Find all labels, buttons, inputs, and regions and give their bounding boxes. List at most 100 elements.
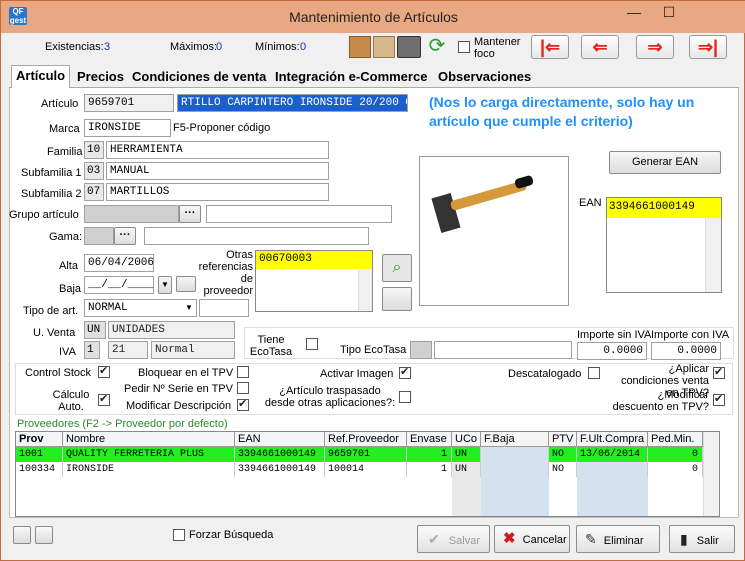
proveedores-caption: Proveedores (F2 -> Proveedor por defecto… [17, 418, 228, 430]
lookup-world-icon[interactable]: ⌕ [382, 254, 412, 282]
grupo-lookup-button[interactable]: ··· [179, 205, 201, 223]
grid-scrollbar[interactable] [703, 432, 719, 516]
maximos-label: Máximos: [170, 41, 218, 53]
stock-boxes-icon[interactable] [349, 36, 371, 58]
last-record-button[interactable]: ⇒| [689, 35, 727, 59]
alta-date-field[interactable]: 06/04/2006 [84, 254, 154, 272]
annotation-note: (Nos lo carga directamente, solo hay un … [429, 94, 695, 129]
tab-integracion-ecommerce[interactable]: Integración e-Commerce [271, 67, 431, 87]
maximize-button[interactable]: ☐ [656, 1, 682, 23]
familia-code[interactable]: 10 [84, 141, 104, 159]
otras-referencias-scrollbar[interactable] [358, 269, 372, 311]
refresh-icon[interactable]: ⟳ [425, 36, 449, 58]
cell-uco: UN [452, 462, 481, 477]
tab-articulo[interactable]: Artículo [11, 65, 71, 88]
bloquear-tpv-checkbox[interactable] [237, 366, 249, 378]
iva-code[interactable]: 1 [84, 341, 100, 359]
ean-list[interactable]: 3394661000149 [606, 197, 722, 293]
pedir-serie-checkbox[interactable] [237, 382, 249, 394]
eliminar-button[interactable]: ✎ Eliminar [576, 525, 660, 553]
copy-icon[interactable] [13, 526, 31, 544]
mantener-foco-checkbox[interactable] [458, 41, 470, 53]
subfamilia1-code[interactable]: 03 [84, 162, 104, 180]
baja-clear-button[interactable] [176, 276, 196, 292]
proveedores-grid[interactable]: Prov Nombre EAN Ref.Proveedor Envase UCo… [15, 431, 720, 517]
importe-con-iva-field[interactable]: 0.0000 [651, 342, 721, 360]
salir-button[interactable]: ▮ Salir [669, 525, 735, 553]
col-fultcompra[interactable]: F.Ult.Compra [577, 432, 648, 447]
subfamilia2-code[interactable]: 07 [84, 183, 104, 201]
otras-referencias-item[interactable]: 00670003 [256, 251, 372, 269]
product-image [419, 156, 569, 306]
otras-blank-button[interactable] [382, 287, 412, 311]
modificar-descuento-checkbox[interactable] [713, 392, 725, 406]
calculo-auto-checkbox[interactable] [98, 392, 110, 406]
cancelar-button[interactable]: ✖ Cancelar [494, 525, 570, 553]
first-record-button[interactable]: |⇐ [531, 35, 569, 59]
tipo-ecotasa-code[interactable] [410, 341, 432, 359]
col-nombre[interactable]: Nombre [63, 432, 235, 447]
uventa-code[interactable]: UN [84, 321, 106, 339]
cell-envase: 1 [407, 462, 452, 477]
descatalogado-checkbox[interactable] [588, 367, 600, 379]
subfamilia2-desc[interactable]: MARTILLOS [106, 183, 329, 201]
col-pedmin[interactable]: Ped.Min. [648, 432, 703, 447]
grupo-code-field[interactable] [84, 205, 179, 223]
tab-observaciones[interactable]: Observaciones [434, 67, 535, 87]
printer-icon[interactable] [397, 36, 421, 58]
activar-imagen-checkbox[interactable] [399, 365, 411, 379]
prev-record-button[interactable]: ⇐ [581, 35, 619, 59]
generar-ean-button[interactable]: Generar EAN [609, 151, 721, 174]
col-ref-proveedor[interactable]: Ref.Proveedor [325, 432, 407, 447]
col-fbaja[interactable]: F.Baja [481, 432, 549, 447]
tab-condiciones-venta[interactable]: Condiciones de venta [128, 67, 270, 87]
ean-label: EAN [579, 197, 602, 209]
marca-field[interactable]: IRONSIDE [84, 119, 171, 137]
cell-fultcompra: 13/06/2014 [577, 447, 648, 462]
table-row[interactable]: 100334 IRONSIDE 3394661000149 100014 1 U… [16, 462, 703, 477]
articulo-description-field[interactable]: RTILLO CARPINTERO IRONSIDE 20/200 GRS [177, 94, 408, 112]
modificar-descuento-label: ¿Modificar descuento en TPV? [612, 389, 709, 413]
control-stock-checkbox[interactable] [98, 364, 110, 378]
col-prov[interactable]: Prov [16, 432, 63, 447]
traspasado-checkbox[interactable] [399, 391, 411, 403]
tab-precios[interactable]: Precios [73, 67, 128, 87]
forzar-busqueda-checkbox[interactable] [173, 529, 185, 541]
table-row[interactable]: 1001 QUALITY FERRETERIA PLUS 33946610001… [16, 447, 703, 462]
tipo-ecotasa-label: Tipo EcoTasa [340, 344, 407, 356]
familia-desc[interactable]: HERRAMIENTA [106, 141, 329, 159]
ean-item[interactable]: 3394661000149 [607, 198, 721, 218]
tipo-extra-field[interactable] [199, 299, 249, 317]
uventa-label: U. Venta [33, 327, 76, 339]
minimize-button[interactable]: — [621, 1, 647, 23]
subfamilia1-desc[interactable]: MANUAL [106, 162, 329, 180]
paste-icon[interactable] [35, 526, 53, 544]
cell-pedmin: 0 [648, 447, 703, 462]
tipo-select[interactable]: NORMAL [84, 299, 197, 317]
tiene-ecotasa-checkbox[interactable] [306, 338, 318, 350]
next-record-button[interactable]: ⇒ [636, 35, 674, 59]
salvar-button[interactable]: ✔ Salvar [417, 525, 490, 553]
col-ptv[interactable]: PTV [549, 432, 577, 447]
iva-percent: 21 [108, 341, 148, 359]
tipo-ecotasa-desc[interactable] [434, 341, 572, 359]
aplicar-condiciones-checkbox[interactable] [713, 365, 725, 379]
grupo-desc-field[interactable] [206, 205, 392, 223]
gama-desc-field[interactable] [144, 227, 369, 245]
articulo-code-field[interactable]: 9659701 [84, 94, 174, 112]
gama-lookup-button[interactable]: ··· [114, 227, 136, 245]
col-ean[interactable]: EAN [235, 432, 325, 447]
col-uco[interactable]: UCo [452, 432, 481, 447]
modificar-desc-checkbox[interactable] [237, 397, 249, 411]
alta-label: Alta [59, 260, 78, 272]
ean-scrollbar[interactable] [705, 218, 721, 292]
importe-sin-iva-field[interactable]: 0.0000 [577, 342, 647, 360]
baja-date-field[interactable]: __/__/____ [84, 276, 154, 294]
grupo-label: Grupo artículo [9, 209, 79, 221]
otras-referencias-list[interactable]: 00670003 [255, 250, 373, 312]
baja-dropdown-button[interactable]: ▼ [158, 276, 172, 294]
col-envase[interactable]: Envase [407, 432, 452, 447]
pallet-icon[interactable] [373, 36, 395, 58]
gama-code-field[interactable] [84, 227, 114, 245]
subfamilia2-label: Subfamilia 2 [21, 188, 82, 200]
